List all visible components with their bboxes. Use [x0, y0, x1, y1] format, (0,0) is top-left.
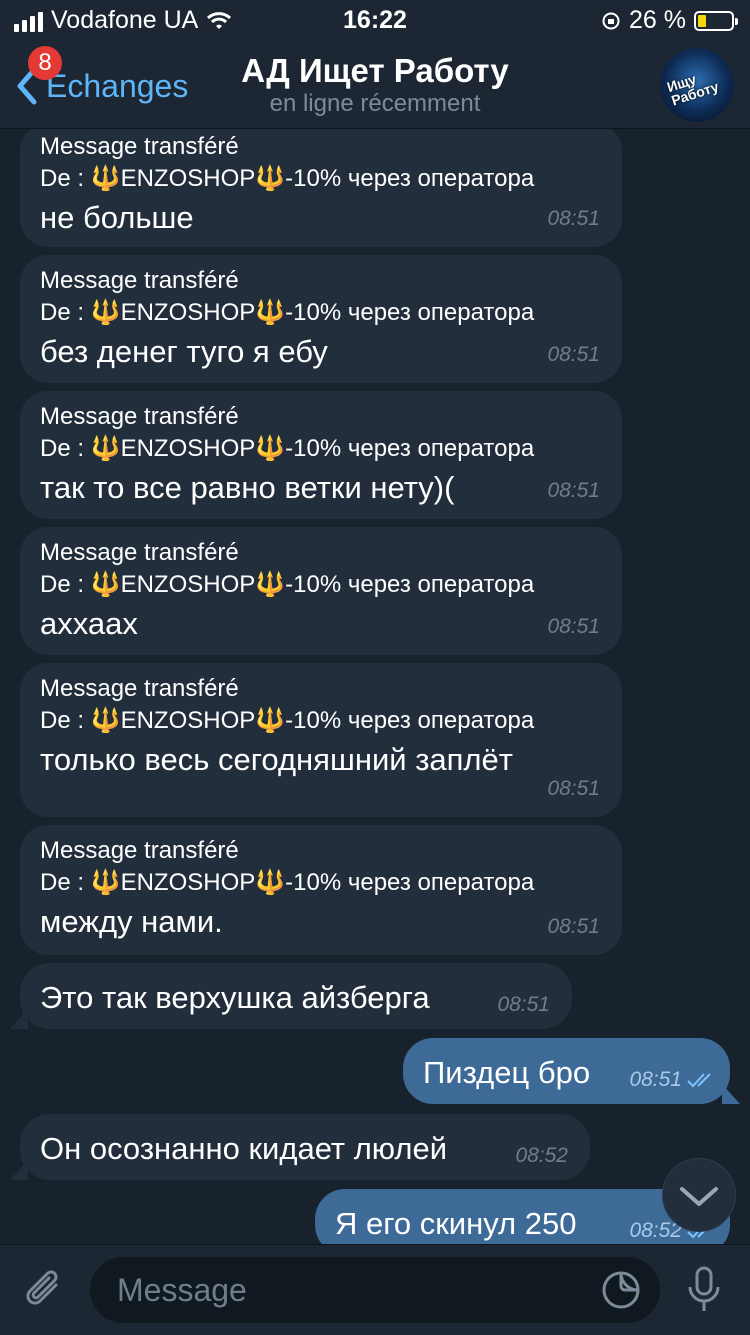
message-text: Я его скинул 250 [335, 1206, 577, 1241]
message-text: между нами. [40, 904, 223, 939]
message-text: аххаах [40, 606, 138, 641]
message-bubble[interactable]: Message transféré De : 🔱ENZOSHOP🔱-10% че… [20, 663, 622, 817]
bubble-tail [10, 1009, 28, 1029]
forwarded-from: De : 🔱ENZOSHOP🔱-10% через оператора [40, 571, 535, 598]
avatar[interactable]: Ищу Работу [660, 48, 734, 122]
message-time: 08:51 [547, 479, 600, 502]
message-placeholder: Message [117, 1272, 247, 1308]
message-composer: Message [0, 1244, 750, 1335]
message-bubble[interactable]: Это так верхушка айзберга 08:51 [10, 963, 572, 1029]
message-time: 08:51 [497, 993, 550, 1016]
bubble-tail [722, 1084, 740, 1104]
forwarded-label: Message transféré [40, 675, 239, 702]
message-bubble[interactable]: Message transféré De : 🔱ENZOSHOP🔱-10% че… [20, 825, 622, 955]
message-time: 08:51 [547, 915, 600, 938]
message-time: 08:51 [547, 615, 600, 638]
message-bubble[interactable]: Message transféré De : 🔱ENZOSHOP🔱-10% че… [20, 527, 622, 655]
microphone-icon[interactable] [684, 1265, 724, 1317]
message-time: 08:51 [547, 777, 600, 800]
forwarded-label: Message transféré [40, 133, 239, 160]
message-time: 08:51 [547, 343, 600, 366]
message-text: Пиздец бро [423, 1055, 591, 1090]
avatar-text: Ищу Работу [664, 70, 721, 109]
chat-status: en ligne récemment [269, 90, 481, 117]
chevron-down-icon [680, 1187, 718, 1206]
scroll-to-bottom-button[interactable] [662, 1158, 736, 1232]
message-text: так то все равно ветки нету)( [40, 470, 455, 505]
forwarded-from: De : 🔱ENZOSHOP🔱-10% через оператора [40, 869, 535, 896]
status-bar: Vodafone UA 16:22 26 % [0, 0, 750, 40]
message-bubble-outgoing[interactable]: Пиздец бро 08:51 [403, 1038, 740, 1104]
message-text: Это так верхушка айзберга [40, 980, 430, 1015]
sticker-icon[interactable] [600, 1269, 642, 1311]
forwarded-from: De : 🔱ENZOSHOP🔱-10% через оператора [40, 165, 535, 192]
message-text: Он осознанно кидает люлей [40, 1131, 448, 1166]
message-list[interactable]: Message transféré De : 🔱ENZOSHOP🔱-10% че… [0, 129, 750, 1244]
forwarded-label: Message transféré [40, 403, 239, 430]
message-bubble[interactable]: Message transféré De : 🔱ENZOSHOP🔱-10% че… [20, 129, 622, 247]
forwarded-label: Message transféré [40, 539, 239, 566]
message-text: без денег туго я ебу [40, 334, 328, 369]
message-bubble[interactable]: Message transféré De : 🔱ENZOSHOP🔱-10% че… [20, 255, 622, 383]
forwarded-from: De : 🔱ENZOSHOP🔱-10% через оператора [40, 299, 535, 326]
chat-header: Échanges 8 АД Ищет Работу en ligne récem… [0, 40, 750, 129]
forwarded-label: Message transféré [40, 837, 239, 864]
message-time: 08:52 [515, 1144, 568, 1167]
message-text: только весь сегодняшний заплёт [40, 742, 513, 777]
forwarded-from: De : 🔱ENZOSHOP🔱-10% через оператора [40, 435, 535, 462]
message-time: 08:51 [547, 207, 600, 230]
bubble-tail [10, 1160, 28, 1180]
battery-percent: 26 % [629, 6, 686, 34]
orientation-lock-icon [602, 12, 620, 29]
battery-info: 26 % [601, 6, 738, 35]
message-text: не больше [40, 200, 194, 235]
message-bubble[interactable]: Message transféré De : 🔱ENZOSHOP🔱-10% че… [20, 391, 622, 519]
attachment-icon[interactable] [22, 1267, 68, 1313]
forwarded-from: De : 🔱ENZOSHOP🔱-10% через оператора [40, 707, 535, 734]
forwarded-label: Message transféré [40, 267, 239, 294]
battery-icon [694, 10, 738, 31]
message-time: 08:51 [629, 1068, 682, 1091]
double-check-icon [687, 1073, 711, 1088]
message-bubble[interactable]: Он осознанно кидает люлей 08:52 [10, 1114, 590, 1180]
message-input[interactable]: Message [90, 1257, 660, 1323]
chat-title[interactable]: АД Ищет Работу [0, 52, 750, 90]
